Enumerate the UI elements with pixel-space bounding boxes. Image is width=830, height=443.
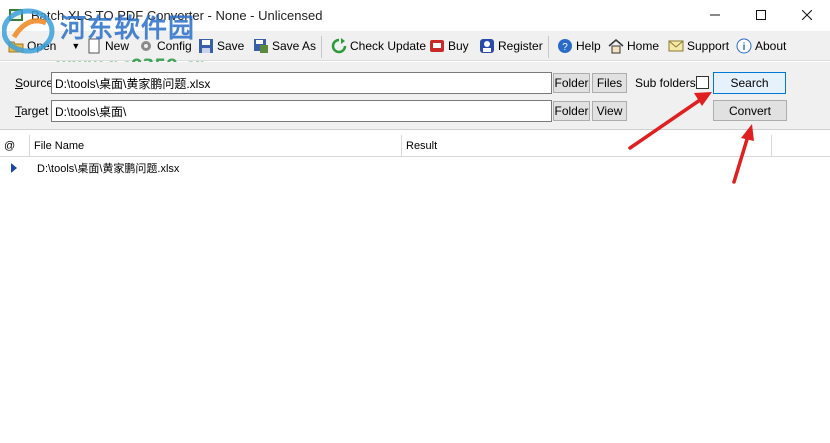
- convert-button[interactable]: Convert: [713, 100, 787, 121]
- home-icon: [608, 38, 624, 54]
- close-button[interactable]: [784, 0, 830, 30]
- refresh-icon: [331, 38, 347, 54]
- save-as-button[interactable]: Save As: [253, 35, 316, 57]
- check-update-button[interactable]: Check Update: [331, 35, 426, 57]
- minimize-icon: [710, 14, 720, 16]
- result-cell: [405, 159, 771, 177]
- source-label-accelerator: S: [15, 76, 24, 90]
- save-button[interactable]: Save: [198, 35, 244, 57]
- floppy-disk-icon: [198, 38, 214, 54]
- target-folder-button[interactable]: Folder: [553, 101, 590, 121]
- column-header-status[interactable]: @: [0, 135, 30, 157]
- save-as-label: Save As: [272, 39, 317, 53]
- watermark-logo: [1, 7, 62, 57]
- source-label-text: ource: [23, 76, 54, 90]
- subfolders-label: Sub folders: [635, 76, 696, 90]
- target-view-button[interactable]: View: [592, 101, 627, 121]
- subfolders-checkbox[interactable]: [696, 76, 709, 89]
- support-icon: [668, 38, 684, 54]
- target-path-input[interactable]: [51, 100, 552, 122]
- svg-text:?: ?: [562, 42, 568, 53]
- support-button[interactable]: Support: [668, 35, 729, 57]
- row-indicator-icon: [6, 159, 26, 177]
- file-name-cell: D:\tools\桌面\黄家鹏问题.xlsx: [37, 163, 180, 175]
- home-button[interactable]: Home: [608, 35, 659, 57]
- help-icon: ?: [557, 38, 573, 54]
- source-target-panel: Source Folder Files Sub folders Search T…: [0, 62, 830, 130]
- maximize-button[interactable]: [738, 0, 784, 30]
- register-label: Register: [498, 39, 543, 53]
- column-header-result[interactable]: Result: [402, 135, 772, 157]
- source-folder-button[interactable]: Folder: [553, 73, 590, 93]
- register-user-icon: [479, 38, 495, 54]
- support-label: Support: [687, 39, 730, 53]
- minimize-button[interactable]: [692, 0, 738, 30]
- svg-text:i: i: [743, 42, 746, 53]
- table-row[interactable]: D:\tools\桌面\黄家鹏问题.xlsx: [0, 159, 830, 177]
- buy-button[interactable]: Buy: [429, 35, 469, 57]
- save-as-icon: [253, 38, 269, 54]
- maximize-icon: [756, 10, 766, 20]
- search-button[interactable]: Search: [713, 72, 786, 94]
- column-header-file-name[interactable]: File Name: [30, 135, 402, 157]
- watermark-title: 河东软件园: [60, 14, 196, 44]
- close-icon: [802, 10, 812, 20]
- toolbar-separator: [548, 36, 549, 58]
- help-button[interactable]: ? Help: [557, 35, 601, 57]
- source-files-button[interactable]: Files: [592, 73, 627, 93]
- target-label: Target: [15, 104, 48, 118]
- source-label: Source: [15, 76, 53, 90]
- about-label: About: [755, 39, 787, 53]
- register-button[interactable]: Register: [479, 35, 543, 57]
- shopping-cart-icon: [429, 38, 445, 54]
- file-grid[interactable]: @ File Name Result D:\tools\桌面\黄家鹏问题.xls…: [0, 131, 830, 443]
- target-label-text: arget: [21, 104, 49, 118]
- home-label: Home: [627, 39, 660, 53]
- about-button[interactable]: i About: [736, 35, 786, 57]
- buy-label: Buy: [448, 39, 469, 53]
- info-icon: i: [736, 38, 752, 54]
- check-update-label: Check Update: [350, 39, 427, 53]
- save-label: Save: [217, 39, 245, 53]
- source-path-input[interactable]: [51, 72, 552, 94]
- toolbar-separator: [321, 36, 322, 58]
- help-label: Help: [576, 39, 601, 53]
- grid-header: @ File Name Result: [0, 135, 830, 157]
